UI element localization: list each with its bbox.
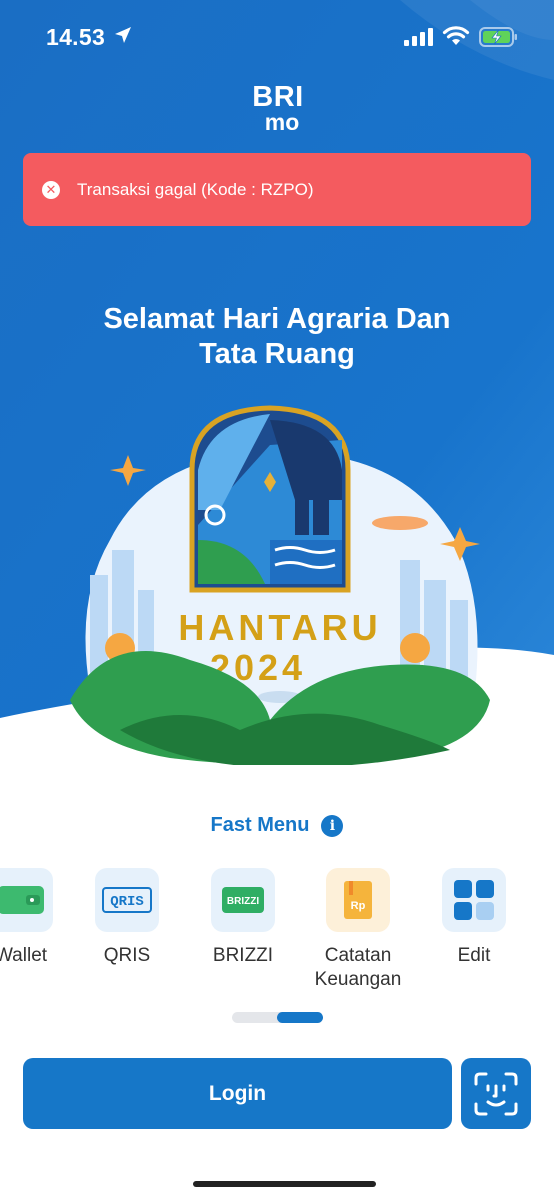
menu-label: QRIS: [103, 945, 151, 966]
location-arrow-icon: [115, 27, 131, 43]
greeting-line-1: Selamat Hari Agraria Dan: [103, 303, 451, 335]
error-message: Transaksi gagal (Kode : RZPO): [77, 179, 314, 199]
home-indicator: [193, 1181, 376, 1187]
logo-text-top: BRI: [252, 81, 304, 113]
login-button[interactable]: Login: [23, 1058, 452, 1129]
status-time: 14.53: [46, 24, 106, 50]
signal-icon: [404, 28, 433, 46]
illustration-title-line-1: HANTARU: [178, 607, 381, 648]
page-indicator-active: [277, 1012, 323, 1023]
fast-menu-title: Fast Menu: [210, 814, 310, 836]
status-bar: 14.53: [0, 0, 554, 74]
battery-charging-icon: [479, 27, 517, 47]
menu-label: Wallet: [0, 945, 48, 966]
brizzi-card-icon: BRIZZI: [211, 868, 275, 932]
grid-icon: [442, 868, 506, 932]
greeting-title: Selamat Hari Agraria Dan Tata Ruang: [40, 302, 514, 372]
brimo-logo: BRI mo: [246, 81, 310, 135]
info-icon[interactable]: i: [321, 814, 344, 837]
menu-label: BRIZZI: [212, 945, 274, 966]
qris-icon: QRIS: [95, 868, 159, 932]
page-indicator[interactable]: [232, 1012, 323, 1023]
greeting-line-2: Tata Ruang: [199, 338, 355, 370]
fast-menu-header: Fast Menu i: [0, 814, 554, 837]
notebook-icon: Rp: [326, 868, 390, 932]
face-id-icon: [474, 1072, 518, 1115]
fast-menu-item-qris[interactable]: QRIS QRIS: [72, 868, 182, 968]
fast-menu-item-catatan-keuangan[interactable]: Rp Catatan Keuangan: [303, 868, 413, 992]
fast-menu-item-brizzi[interactable]: BRIZZI BRIZZI: [188, 868, 298, 968]
menu-label: Edit: [457, 945, 491, 966]
logo-text-bottom: mo: [264, 109, 300, 135]
wifi-icon: [442, 26, 470, 45]
hantaru-illustration: HANTARU 2024: [70, 405, 490, 765]
close-circle-icon[interactable]: ✕: [42, 180, 60, 199]
error-banner: ✕ Transaksi gagal (Kode : RZPO): [23, 153, 531, 226]
notebook-icon-text: Rp: [351, 900, 366, 912]
wallet-icon: [0, 868, 53, 932]
fast-menu-item-edit[interactable]: Edit: [419, 868, 529, 968]
menu-label: Catatan Keuangan: [314, 945, 402, 990]
face-id-button[interactable]: [461, 1058, 531, 1129]
fast-menu-item-wallet[interactable]: Wallet: [0, 868, 76, 968]
brizzi-icon-text: BRIZZI: [227, 896, 259, 907]
qris-icon-text: QRIS: [110, 894, 144, 910]
